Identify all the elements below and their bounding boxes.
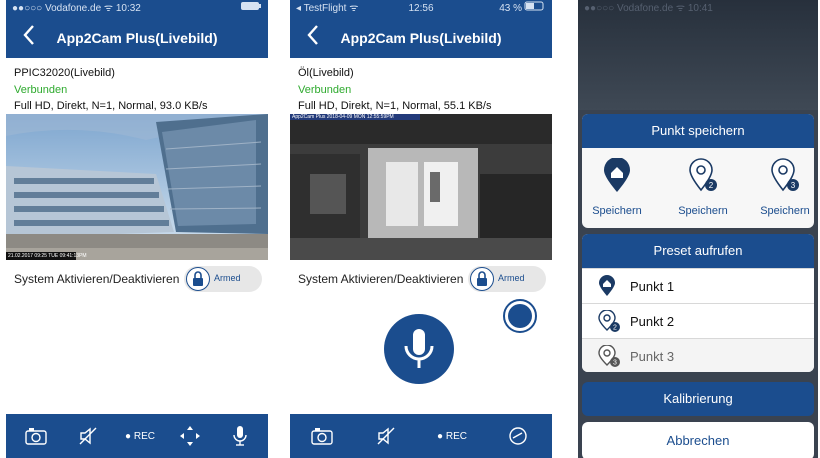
camera-icon bbox=[311, 428, 333, 445]
ptz-move-button[interactable] bbox=[170, 414, 210, 458]
battery-icon bbox=[524, 0, 546, 18]
lock-icon bbox=[186, 267, 210, 291]
rec-label: ● REC bbox=[125, 430, 155, 442]
stream-info: Full HD, Direkt, N=1, Normal, 93.0 KB/s bbox=[14, 100, 208, 112]
system-arm-row: System Aktivieren/Deaktivieren Armed bbox=[14, 266, 262, 292]
preset-item-2-label: Punkt 2 bbox=[630, 314, 675, 329]
camera-snapshot-button[interactable] bbox=[16, 414, 56, 458]
screen-preset-menu: ●●○○○ Vodafone.de ᯤ 10:41 Punkt speicher… bbox=[578, 0, 818, 458]
armed-label: Armed bbox=[214, 273, 241, 283]
bottom-toolbar: ● REC bbox=[6, 414, 268, 458]
quality-gauge-button[interactable] bbox=[498, 414, 538, 458]
record-button[interactable]: ● REC bbox=[118, 414, 162, 458]
svg-text:3: 3 bbox=[613, 360, 617, 367]
svg-text:3: 3 bbox=[791, 181, 796, 190]
connection-status: Verbunden bbox=[14, 84, 68, 96]
battery-percent: 43 % bbox=[499, 3, 522, 14]
battery-icon bbox=[240, 0, 262, 18]
speaker-mute-button[interactable] bbox=[366, 414, 406, 458]
move-icon bbox=[180, 426, 200, 446]
screen-livebild-oil: ◂ TestFlight ᯤ 12:56 43 % App2Cam Plus(L… bbox=[290, 0, 552, 458]
system-arm-label: System Aktivieren/Deaktivieren bbox=[298, 272, 464, 286]
page-title: App2Cam Plus(Livebild) bbox=[56, 30, 218, 46]
connection-status: Verbunden bbox=[298, 84, 352, 96]
save-point-2-label: Speichern bbox=[678, 205, 728, 217]
cancel-label: Abbrechen bbox=[666, 433, 730, 448]
camera-live-view[interactable]: App2Cam Plus 2018-04-09 MON 12:55:59PM bbox=[290, 114, 552, 260]
armed-toggle[interactable]: Armed bbox=[468, 266, 546, 292]
armed-toggle[interactable]: Armed bbox=[184, 266, 262, 292]
save-point-3-label: Speichern bbox=[760, 205, 810, 217]
nav-bar: App2Cam Plus(Livebild) bbox=[6, 18, 268, 58]
save-point-1-label: Speichern bbox=[592, 205, 642, 217]
speaker-mute-icon bbox=[377, 427, 395, 445]
microphone-button[interactable] bbox=[220, 414, 260, 458]
preset-item-1[interactable]: Punkt 1 bbox=[582, 268, 814, 303]
nav-bar: App2Cam Plus(Livebild) bbox=[290, 18, 552, 58]
camera-name: Öl(Livebild) bbox=[298, 67, 354, 79]
calibrate-button[interactable]: Kalibrierung bbox=[582, 382, 814, 416]
preset-item-3-label: Punkt 3 bbox=[630, 349, 675, 364]
record-indicator-button[interactable] bbox=[502, 298, 538, 334]
save-point-1[interactable]: Speichern bbox=[582, 157, 652, 217]
page-title: App2Cam Plus(Livebild) bbox=[340, 30, 502, 46]
pin-2-icon: 2 bbox=[598, 309, 622, 337]
camera-name: PPIC32020(Livebild) bbox=[14, 67, 115, 79]
pin-3-icon: 3 bbox=[771, 158, 799, 192]
save-point-3[interactable]: 3 Speichern bbox=[750, 158, 814, 217]
system-arm-row: System Aktivieren/Deaktivieren Armed bbox=[298, 266, 546, 292]
camera-snapshot-button[interactable] bbox=[302, 414, 342, 458]
bottom-toolbar: ● REC bbox=[290, 414, 552, 458]
microphone-icon bbox=[404, 329, 434, 368]
svg-text:2: 2 bbox=[709, 181, 714, 190]
pin-3-icon: 3 bbox=[598, 344, 622, 372]
cancel-button[interactable]: Abbrechen bbox=[582, 422, 814, 458]
svg-text:2: 2 bbox=[613, 325, 617, 332]
status-left: ●●○○○ Vodafone.de ᯤ 10:32 bbox=[12, 3, 141, 14]
push-to-talk-button[interactable] bbox=[384, 314, 454, 384]
save-point-2[interactable]: 2 Speichern bbox=[668, 158, 738, 217]
stream-info: Full HD, Direkt, N=1, Normal, 55.1 KB/s bbox=[298, 100, 492, 112]
save-point-title: Punkt speichern bbox=[582, 114, 814, 148]
preset-item-3[interactable]: 3 Punkt 3 bbox=[582, 338, 814, 372]
preset-recall-title: Preset aufrufen bbox=[582, 234, 814, 268]
camera-live-view[interactable]: 21.02.2017 09:25 TUE 09:41:13PM bbox=[6, 114, 268, 260]
pin-2-icon: 2 bbox=[689, 158, 717, 192]
status-bar: ●●○○○ Vodafone.de ᯤ 10:32 bbox=[6, 0, 268, 18]
calibrate-label: Kalibrierung bbox=[663, 391, 733, 406]
gauge-icon bbox=[509, 427, 527, 445]
status-left: ●●○○○ Vodafone.de ᯤ 10:41 bbox=[584, 3, 713, 14]
speaker-mute-button[interactable] bbox=[68, 414, 108, 458]
home-pin-icon bbox=[598, 275, 618, 302]
video-timestamp: App2Cam Plus 2018-04-09 MON 12:55:59PM bbox=[292, 114, 394, 120]
preset-item-1-label: Punkt 1 bbox=[630, 279, 675, 294]
rec-label: ● REC bbox=[437, 430, 467, 442]
video-timestamp: 21.02.2017 09:25 TUE 09:41:13PM bbox=[8, 253, 87, 259]
status-bar: ◂ TestFlight ᯤ 12:56 43 % bbox=[290, 0, 552, 18]
status-bar: ●●○○○ Vodafone.de ᯤ 10:41 bbox=[578, 0, 818, 18]
screen-livebild-office: ●●○○○ Vodafone.de ᯤ 10:32 App2Cam Plus(L… bbox=[6, 0, 268, 458]
save-point-sheet: Punkt speichern Speichern 2 Speichern 3 … bbox=[582, 114, 814, 228]
armed-label: Armed bbox=[498, 273, 525, 283]
home-pin-icon bbox=[604, 157, 630, 192]
preset-recall-sheet: Preset aufrufen Punkt 1 2 Punkt 2 3 Punk… bbox=[582, 234, 814, 372]
speaker-mute-icon bbox=[79, 427, 97, 445]
lock-icon bbox=[470, 267, 494, 291]
record-target-icon bbox=[503, 299, 537, 333]
system-arm-label: System Aktivieren/Deaktivieren bbox=[14, 272, 180, 286]
record-button[interactable]: ● REC bbox=[430, 414, 474, 458]
camera-icon bbox=[25, 428, 47, 445]
preset-item-2[interactable]: 2 Punkt 2 bbox=[582, 303, 814, 338]
microphone-icon bbox=[233, 426, 247, 446]
